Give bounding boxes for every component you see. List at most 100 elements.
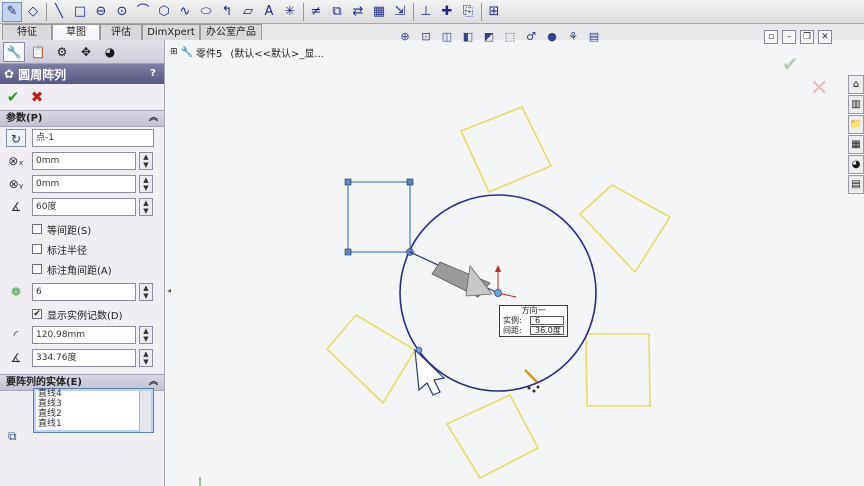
angle-input[interactable]: 60度 (32, 198, 136, 216)
direction-callout[interactable]: 方向一 实例: 6 间距: 36.0度 (499, 305, 568, 337)
edit-appearance-icon[interactable]: ● (543, 29, 561, 45)
tab-sketch[interactable]: 草图 (52, 24, 100, 40)
corner-handle[interactable] (406, 178, 414, 186)
minimize-icon[interactable]: – (782, 30, 796, 44)
entities-list[interactable]: 直线4 直线3 直线2 直线1 (33, 388, 154, 433)
slot-icon[interactable]: ⊖ (91, 2, 111, 22)
dimxpert-manager-icon[interactable]: ✥ (75, 42, 97, 62)
dim-radius-option[interactable]: 标注半径 (32, 241, 87, 257)
rotate-direction-icon[interactable]: ↻ (6, 129, 26, 147)
center-point-field[interactable]: 点-1 (32, 129, 154, 147)
dim-angle-spacing-option[interactable]: 标注角间距(A) (32, 261, 112, 277)
maximize-icon[interactable]: ❐ (800, 30, 814, 44)
rapid-sketch-icon[interactable]: ⎘ (458, 2, 478, 22)
fillet-icon[interactable]: ↰ (217, 2, 237, 22)
ok-button[interactable]: ✔ (4, 88, 22, 106)
resources-icon[interactable]: ⌂ (848, 75, 864, 94)
view-settings-icon[interactable]: ▤ (585, 29, 603, 45)
list-item[interactable]: 直线1 (34, 419, 153, 429)
y-coord-input[interactable]: 0mm (32, 175, 136, 193)
configuration-manager-icon[interactable]: ⚙ (51, 42, 73, 62)
confirm-ok-icon[interactable]: ✔ (782, 52, 799, 76)
callout-spacing-input[interactable]: 36.0度 (530, 326, 564, 335)
smart-dimension-icon[interactable]: ◇ (23, 2, 43, 22)
instances-input[interactable]: 6 (32, 283, 136, 301)
mirror-icon[interactable]: ⇄ (348, 2, 368, 22)
rectangle-icon[interactable]: □ (70, 2, 90, 22)
seed-square[interactable] (347, 181, 411, 253)
custom-properties-icon[interactable]: ▤ (848, 175, 864, 194)
trim-icon[interactable]: ≠ (306, 2, 326, 22)
radius-spinner[interactable]: ▲ ▼ (139, 326, 153, 344)
parameters-group-header[interactable]: 参数(P) ︽ (0, 110, 164, 127)
point-icon[interactable]: ✳ (280, 2, 300, 22)
spline-icon[interactable]: ∿ (175, 2, 195, 22)
list-item[interactable]: 直线4 (34, 389, 153, 399)
plane-icon[interactable]: ▱ (238, 2, 258, 22)
property-manager-icon[interactable]: 📋 (27, 42, 49, 62)
display-style-icon[interactable]: ⬚ (501, 29, 519, 45)
equal-spacing-option[interactable]: 等间距(S) (32, 221, 91, 237)
relations-icon[interactable]: ⊥ (416, 2, 436, 22)
expand-icon[interactable]: ⊞ (170, 47, 178, 57)
restore-icon[interactable]: ▫ (764, 30, 778, 44)
callout-instances-input[interactable]: 6 (530, 316, 564, 325)
x-coord-input[interactable]: 0mm (32, 152, 136, 170)
ellipse-icon[interactable]: ⬭ (196, 2, 216, 22)
arc-angle-input[interactable]: 334.76度 (32, 349, 136, 367)
circle-icon[interactable]: ⊙ (112, 2, 132, 22)
feature-tree-flyout[interactable]: ⊞ 🔧 零件5 (默认<<默认>_显... (170, 45, 324, 60)
confirm-cancel-icon[interactable]: ✕ (810, 76, 828, 101)
view-orientation-icon[interactable]: ◩ (480, 29, 498, 45)
instances-spinner[interactable]: ▲ ▼ (139, 283, 153, 301)
dim-radius-checkbox[interactable] (32, 244, 42, 254)
section-view-icon[interactable]: ◧ (459, 29, 477, 45)
corner-handle[interactable] (344, 248, 352, 256)
repair-icon[interactable]: ✚ (437, 2, 457, 22)
move-icon[interactable]: ⇲ (390, 2, 410, 22)
help-icon[interactable]: ? (146, 67, 160, 81)
display-manager-icon[interactable]: ◕ (99, 42, 121, 62)
center-point[interactable] (494, 289, 502, 297)
equal-spacing-checkbox[interactable] (32, 224, 42, 234)
show-instance-count-option[interactable]: ✔ 显示实例记数(D) (32, 306, 123, 322)
tab-features[interactable]: 特征 (2, 24, 52, 40)
radius-input[interactable]: 120.98mm (32, 326, 136, 344)
feature-tree-icon[interactable]: 🔧 (3, 41, 25, 62)
sketch-icon[interactable]: ✎ (2, 1, 22, 22)
list-item[interactable]: 直线2 (34, 409, 153, 419)
polygon-icon[interactable]: ⬡ (154, 2, 174, 22)
zoom-to-fit-icon[interactable]: ⊕ (396, 29, 414, 45)
design-library-icon[interactable]: ▥ (848, 95, 864, 114)
instant2d-icon[interactable]: ⊞ (484, 2, 504, 22)
entities-icon: ⧉ (8, 429, 17, 443)
y-coord-spinner[interactable]: ▲ ▼ (139, 175, 153, 193)
arc-icon[interactable]: ⌒ (133, 2, 153, 22)
close-icon[interactable]: ✕ (818, 30, 832, 44)
x-coord-spinner[interactable]: ▲ ▼ (139, 152, 153, 170)
line-icon[interactable]: ╲ (49, 2, 69, 22)
cancel-button[interactable]: ✖ (28, 88, 46, 106)
show-instance-count-checkbox[interactable]: ✔ (32, 309, 42, 319)
file-explorer-icon[interactable]: 📁 (848, 115, 864, 134)
hide-show-items-icon[interactable]: ♂ (522, 29, 540, 45)
corner-handle[interactable] (344, 178, 352, 186)
list-item[interactable]: 直线3 (34, 399, 153, 409)
graphics-area[interactable] (166, 40, 864, 486)
appearances-icon[interactable]: ◕ (848, 155, 864, 174)
entities-scrollbar[interactable] (139, 391, 151, 432)
dim-angle-spacing-checkbox[interactable] (32, 264, 42, 274)
tab-dimxpert[interactable]: DimXpert (142, 24, 200, 40)
text-icon[interactable]: A (259, 2, 279, 22)
linear-pattern-icon[interactable]: ▦ (369, 2, 389, 22)
previous-view-icon[interactable]: ◫ (438, 29, 456, 45)
arc-angle-spinner[interactable]: ▲ ▼ (139, 349, 153, 367)
offset-icon[interactable]: ⧉ (327, 2, 347, 22)
view-palette-icon[interactable]: ▦ (848, 135, 864, 154)
tab-evaluate[interactable]: 评估 (100, 24, 142, 40)
zoom-to-area-icon[interactable]: ⊡ (417, 29, 435, 45)
apply-scene-icon[interactable]: ⚘ (564, 29, 582, 45)
tab-office-products[interactable]: 办公室产品 (200, 24, 262, 40)
collapse-icon[interactable]: ︽ (149, 111, 158, 126)
angle-spinner[interactable]: ▲ ▼ (139, 198, 153, 216)
